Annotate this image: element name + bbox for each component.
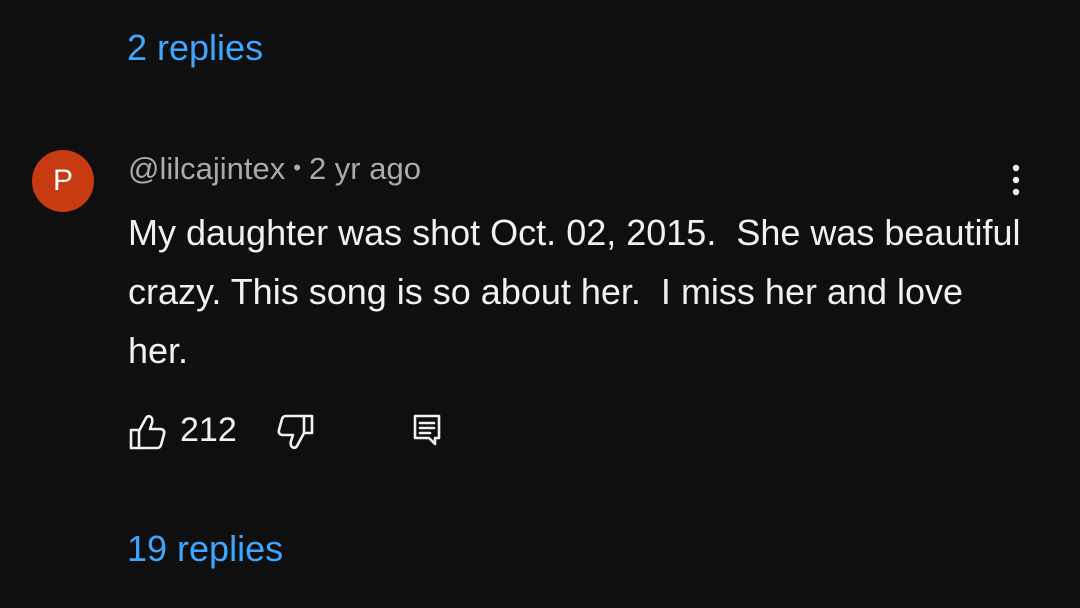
- reply-comment-icon: [413, 414, 441, 446]
- view-replies-button[interactable]: 19 replies: [127, 531, 283, 567]
- avatar[interactable]: P: [32, 150, 94, 212]
- comment-time: 2 yr ago: [308, 151, 421, 186]
- view-replies-button[interactable]: 2 replies: [127, 30, 263, 66]
- thumbs-up-icon: [129, 414, 166, 450]
- comment-text: My daughter was shot Oct. 02, 2015. She …: [128, 212, 1031, 371]
- like-count: 212: [180, 411, 237, 449]
- dislike-button[interactable]: [275, 412, 315, 452]
- like-button[interactable]: [128, 412, 168, 452]
- avatar-letter: P: [52, 164, 73, 197]
- more-options-button[interactable]: [996, 158, 1036, 202]
- more-vertical-icon: [1012, 164, 1020, 196]
- meta-separator: •: [293, 155, 301, 180]
- author-handle[interactable]: @lilcajintex: [128, 151, 285, 186]
- comment-meta: @lilcajintex • 2 yr ago: [128, 151, 421, 186]
- reply-button[interactable]: [410, 412, 444, 448]
- thumbs-down-icon: [277, 414, 314, 450]
